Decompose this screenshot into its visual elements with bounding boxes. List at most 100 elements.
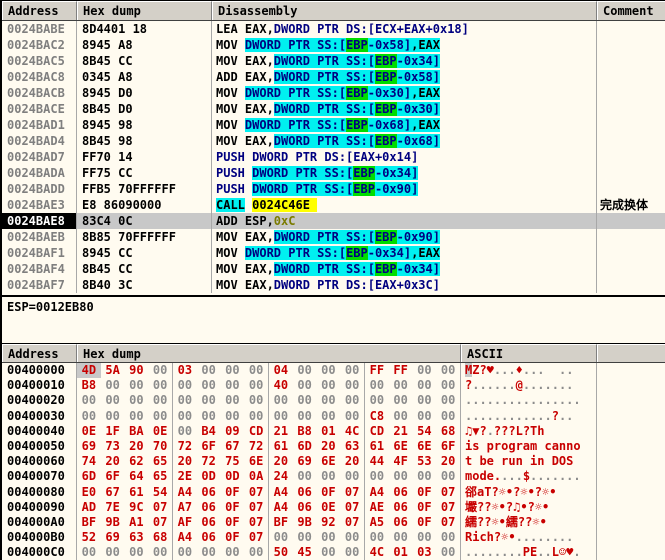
hex-byte: 07 [244,515,268,530]
disassembly-header-bar: Address Hex dump Disassembly Comment [2,1,665,21]
hex-byte: 00 [293,469,317,484]
dump-row[interactable]: 00400010B8000000000000004000000000000000… [2,378,665,393]
disasm-row[interactable]: 0024BAE3E8 86090000CALL 0024C46E完成换体 [2,197,665,213]
hex-byte: 00 [293,378,317,393]
dump-row[interactable]: 0040002000000000000000000000000000000000… [2,393,665,408]
instruction-bytes: 8B45 CC [77,53,212,69]
dump-row[interactable]: 00400030000000000000000000000000C8000000… [2,409,665,424]
dump-row[interactable]: 00400090AD7E9C07A7060F07A4060E07AE060F07… [2,500,665,515]
disasm-row[interactable]: 0024BACE8B45 D0MOV EAX,DWORD PTR SS:[EBP… [2,101,665,117]
disasm-row[interactable]: 0024BADDFFB5 70FFFFFFPUSH DWORD PTR SS:[… [2,181,665,197]
instruction-disassembly: MOV EAX,DWORD PTR SS:[EBP-0x90] [212,229,597,245]
dump-column-header-hexdump[interactable]: Hex dump [77,344,461,362]
dump-row[interactable]: 00400060742062652072756E20696E20444F5320… [2,454,665,469]
disasm-row[interactable]: 0024BAC28945 A8MOV DWORD PTR SS:[EBP-0x5… [2,37,665,53]
ascii-segment: ............ [465,409,552,423]
hex-byte: 00 [340,545,364,560]
disasm-row[interactable]: 0024BACB8945 D0MOV DWORD PTR SS:[EBP-0x3… [2,85,665,101]
byte-group: 00000000 [173,378,269,393]
dump-column-header-empty [597,344,665,362]
hex-byte: 00 [413,409,437,424]
dump-row[interactable]: 004000B052696368A4060F070000000000000000… [2,530,665,545]
byte-group: 00000000 [77,545,173,560]
hex-byte: 00 [340,363,364,378]
instruction-disassembly: PUSH DWORD PTR SS:[EBP-0x34] [212,165,597,181]
dump-row[interactable]: 004000004D5A90000300000004000000FFFF0000… [2,363,665,378]
hex-byte: 00 [244,545,268,560]
column-header-hexdump[interactable]: Hex dump [77,1,212,20]
byte-group: BF9B9207 [269,515,365,530]
disasm-row[interactable]: 0024BAF18945 CCMOV DWORD PTR SS:[EBP-0x3… [2,245,665,261]
dump-address: 004000A0 [2,515,77,530]
hex-byte: 20 [101,454,125,469]
ascii-segment: .. [537,545,551,559]
disasm-row[interactable]: 0024BAEB8B85 70FFFFFFMOV EAX,DWORD PTR S… [2,229,665,245]
dump-column-header-ascii[interactable]: ASCII [461,344,597,362]
hex-byte: A1 [125,515,149,530]
byte-group: 00000000 [269,530,365,545]
disasm-row[interactable]: 0024BAE883C4 0CADD ESP,0xC [2,213,665,229]
disasm-segment: EBP [353,182,375,196]
hex-byte: 00 [101,545,125,560]
disasm-row[interactable]: 0024BAF48B45 CCMOV EAX,DWORD PTR SS:[EBP… [2,261,665,277]
dump-row[interactable]: 004000C00000000000000000504500004C010300… [2,545,665,560]
hex-byte: 07 [436,515,460,530]
column-header-comment[interactable]: Comment [597,1,665,20]
byte-group: 00000000 [269,393,365,408]
dump-row[interactable]: 004000706D6F64652E0D0D0A2400000000000000… [2,469,665,484]
hex-byte: 6F [101,469,125,484]
hex-byte: 0F [221,515,245,530]
disasm-row[interactable]: 0024BAD7FF70 14PUSH DWORD PTR DS:[EAX+0x… [2,149,665,165]
hex-byte: 00 [293,363,317,378]
hex-byte: 00 [197,393,221,408]
dump-ascii: 郤aT?☼•?☼•?☼• [461,485,597,500]
dump-row[interactable]: 004000400E1FBA0E00B409CD21B8014CCD215468… [2,424,665,439]
ascii-segment: ........ [465,545,523,559]
dump-row[interactable]: 004000A0BF9BA107AF060F07BF9B9207A5060F07… [2,515,665,530]
disasm-segment: EBP [346,118,368,132]
disasm-row[interactable]: 0024BAD48B45 98MOV EAX,DWORD PTR SS:[EBP… [2,133,665,149]
disasm-segment: -0x58] [368,38,411,52]
instruction-address: 0024BAF4 [2,261,77,277]
dump-address: 00400060 [2,454,77,469]
disasm-row[interactable]: 0024BAC58B45 CCMOV EAX,DWORD PTR SS:[EBP… [2,53,665,69]
disasm-segment: MOV EAX, [216,262,274,276]
column-header-address[interactable]: Address [2,1,77,20]
hex-byte: 20 [125,439,149,454]
dump-column-header-address[interactable]: Address [2,344,77,362]
disasm-segment: MOV [216,246,245,260]
instruction-bytes: 83C4 0C [77,213,212,229]
disasm-row[interactable]: 0024BAC80345 A8ADD EAX,DWORD PTR SS:[EBP… [2,69,665,85]
ascii-segment: $ [523,469,530,483]
ascii-segment: ♦ [516,363,523,377]
hex-byte: 00 [101,409,125,424]
dump-row[interactable]: 00400080E0676154A4060F07A4060F07A4060F07… [2,485,665,500]
hex-byte: BF [269,515,293,530]
disasm-segment: EBP [353,166,375,180]
disasm-row[interactable]: 0024BADAFF75 CCPUSH DWORD PTR SS:[EBP-0x… [2,165,665,181]
disasm-segment: -0x58] [397,70,440,84]
hex-byte: 06 [293,485,317,500]
dump-row[interactable]: 0040005069732070726F6772616D2063616E6E6F… [2,439,665,454]
instruction-address: 0024BAF1 [2,245,77,261]
disasm-row[interactable]: 0024BABE8D4401 18LEA EAX,DWORD PTR DS:[E… [2,21,665,37]
instruction-comment [597,101,665,117]
column-header-disassembly[interactable]: Disassembly [212,1,597,20]
hex-byte: 07 [244,485,268,500]
hex-byte: 00 [221,545,245,560]
disasm-row[interactable]: 0024BAF78B40 3CMOV EAX,DWORD PTR DS:[EAX… [2,277,665,293]
hex-byte: 0F [413,485,437,500]
hex-byte: 61 [125,485,149,500]
disasm-segment: MOV EAX, [216,134,274,148]
hex-byte: 00 [317,469,341,484]
ascii-segment: ....... [530,469,581,483]
hex-byte: 00 [340,469,364,484]
disasm-row[interactable]: 0024BAD18945 98MOV DWORD PTR SS:[EBP-0x6… [2,117,665,133]
hex-byte: 6E [389,439,413,454]
hex-byte: 00 [413,393,437,408]
byte-group: C8000000 [365,409,461,424]
hex-byte: 00 [221,363,245,378]
disasm-segment: -0x68] [368,118,411,132]
instruction-bytes: 8945 D0 [77,85,212,101]
hex-byte: 6D [293,439,317,454]
